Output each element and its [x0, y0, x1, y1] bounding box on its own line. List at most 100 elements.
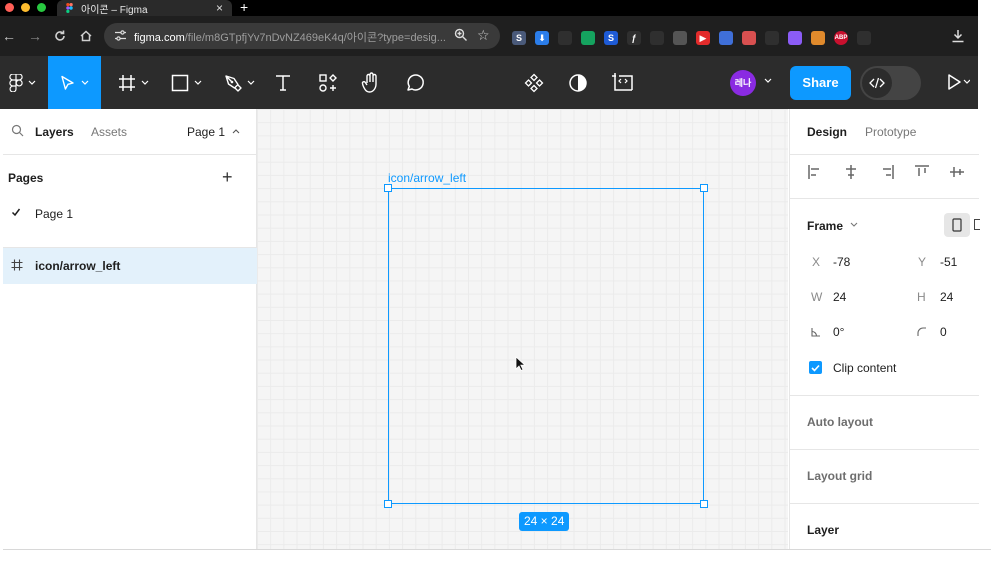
extension-icon[interactable] [650, 31, 664, 45]
resize-handle-bottom-left[interactable] [384, 500, 392, 508]
tab-close-icon[interactable]: × [216, 0, 223, 16]
move-tool-button[interactable] [48, 56, 101, 109]
pen-tool-button[interactable] [219, 56, 259, 109]
chevron-down-icon [28, 80, 35, 85]
contrast-mask-button[interactable] [566, 56, 590, 109]
layer-section[interactable]: Layer [807, 523, 839, 537]
crop-embed-button[interactable] [609, 56, 635, 109]
x-label: X [812, 255, 821, 269]
rotation-field[interactable]: 0° [833, 325, 844, 339]
site-settings-icon[interactable] [114, 29, 127, 42]
extension-icon[interactable]: ƒ [627, 31, 641, 45]
divider [790, 503, 979, 504]
comment-bubble-icon [407, 73, 424, 91]
extension-icon[interactable] [742, 31, 756, 45]
new-tab-button[interactable]: + [240, 0, 248, 15]
resources-button[interactable] [316, 56, 340, 109]
components-button[interactable] [522, 56, 546, 109]
frame-hash-icon [11, 259, 23, 271]
add-page-button[interactable]: + [222, 168, 233, 186]
chevron-down-icon [247, 80, 254, 85]
page-select-label: Page 1 [187, 125, 226, 139]
hand-icon [361, 71, 377, 93]
y-field[interactable]: -51 [940, 255, 957, 269]
align-top-icon[interactable] [914, 164, 930, 180]
dev-mode-toggle[interactable] [860, 66, 921, 100]
extension-icon[interactable] [673, 31, 687, 45]
frame-name-label[interactable]: icon/arrow_left [388, 171, 466, 185]
align-horizontal-center-icon[interactable] [843, 164, 859, 180]
extension-icon[interactable]: ⬇ [535, 31, 549, 45]
extension-icon[interactable] [811, 31, 825, 45]
resize-handle-top-right[interactable] [700, 184, 708, 192]
chevron-down-icon[interactable] [764, 78, 772, 83]
x-field[interactable]: -78 [833, 255, 850, 269]
pages-heading: Pages [8, 171, 44, 185]
auto-layout-section[interactable]: Auto layout [807, 415, 873, 429]
forward-arrow-icon[interactable]: → [28, 16, 42, 56]
hand-tool-button[interactable] [359, 56, 383, 109]
code-frame-icon [612, 72, 633, 91]
frame-tool-button[interactable] [113, 56, 153, 109]
clip-content-checkbox[interactable] [809, 361, 822, 374]
align-left-icon[interactable] [807, 164, 823, 180]
shape-tool-button[interactable] [166, 56, 206, 109]
extension-icon[interactable] [558, 31, 572, 45]
landscape-orientation-button[interactable] [974, 219, 980, 230]
browser-tab-active[interactable]: 아이콘 – Figma × [57, 0, 232, 16]
frame-section-heading[interactable]: Frame [807, 219, 843, 233]
extension-icon[interactable] [719, 31, 733, 45]
extension-icon[interactable]: ▶ [696, 31, 710, 45]
close-window-button[interactable] [5, 3, 14, 12]
extension-icon[interactable] [765, 31, 779, 45]
tab-prototype[interactable]: Prototype [865, 125, 916, 139]
w-field[interactable]: 24 [833, 290, 846, 304]
portrait-orientation-button[interactable] [944, 213, 970, 237]
page-list-item[interactable]: Page 1 [3, 201, 257, 225]
extension-icon[interactable] [857, 31, 871, 45]
extension-icon[interactable]: ABP [834, 31, 848, 45]
resize-handle-bottom-right[interactable] [700, 500, 708, 508]
home-icon[interactable] [79, 29, 93, 43]
tab-design[interactable]: Design [807, 125, 847, 139]
tab-layers[interactable]: Layers [35, 125, 74, 139]
page-select[interactable]: Page 1 [187, 125, 240, 139]
selected-frame[interactable] [388, 188, 704, 504]
main-menu-button[interactable] [0, 56, 44, 109]
browser-address-row: ← → figma.com/file/m8GTpfjYv7nDvNZ469eK4… [0, 16, 978, 56]
minimize-window-button[interactable] [21, 3, 30, 12]
w-label: W [811, 290, 823, 304]
corner-radius-field[interactable]: 0 [940, 325, 947, 339]
extension-icon[interactable]: S [604, 31, 618, 45]
h-field[interactable]: 24 [940, 290, 953, 304]
search-icon[interactable] [11, 124, 24, 137]
maximize-window-button[interactable] [37, 3, 46, 12]
checkmark-icon [11, 208, 21, 217]
design-canvas[interactable]: icon/arrow_left 24 × 24 [257, 109, 788, 549]
reload-icon[interactable] [53, 29, 67, 43]
back-arrow-icon[interactable]: ← [2, 16, 16, 56]
address-bar[interactable]: figma.com/file/m8GTpfjYv7nDvNZ469eK4q/아이… [104, 23, 500, 49]
present-play-icon[interactable] [946, 72, 970, 92]
user-avatar[interactable]: 레나 [730, 70, 756, 96]
extension-icon[interactable] [581, 31, 595, 45]
extension-icon[interactable] [788, 31, 802, 45]
figma-toolbar: 레나 Share [0, 56, 978, 109]
download-icon[interactable] [951, 29, 965, 43]
bookmark-star-icon[interactable]: ☆ [477, 27, 490, 44]
zoom-icon[interactable] [454, 28, 468, 42]
extension-icon[interactable]: S [512, 31, 526, 45]
comment-tool-button[interactable] [403, 56, 427, 109]
layer-list-item[interactable]: icon/arrow_left [3, 248, 257, 284]
layout-grid-section[interactable]: Layout grid [807, 469, 872, 483]
share-button[interactable]: Share [790, 66, 851, 100]
align-vertical-center-icon[interactable] [949, 164, 965, 180]
y-label: Y [918, 255, 927, 269]
chevron-down-icon[interactable] [850, 222, 858, 227]
align-right-icon[interactable] [879, 164, 895, 180]
browser-tab-strip: 아이콘 – Figma × + [0, 0, 978, 16]
resize-handle-top-left[interactable] [384, 184, 392, 192]
text-tool-button[interactable] [271, 56, 295, 109]
tab-assets[interactable]: Assets [91, 125, 127, 139]
text-t-icon [276, 74, 290, 91]
